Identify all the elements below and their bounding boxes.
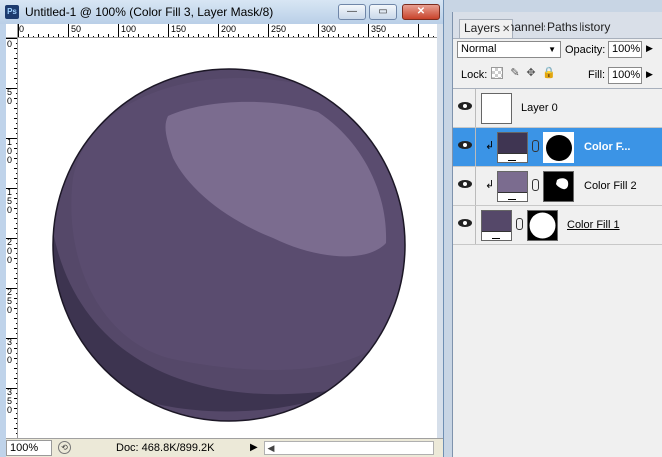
ruler-top-label: 300 [321,24,337,34]
eye-icon [458,102,472,110]
eye-icon [458,219,472,227]
fill-thumbnail[interactable] [497,171,528,202]
opacity-label: Opacity: [565,44,606,56]
tab-paths[interactable]: Paths [547,19,581,38]
tab-layers-label: Layers [464,21,501,35]
fill-thumbnail[interactable] [497,132,528,163]
link-chain-icon[interactable] [532,140,539,152]
ruler-left-label: 0 [7,39,13,49]
adjustment-indicator [498,192,527,201]
fill-thumbnail[interactable] [481,210,512,241]
horizontal-ruler[interactable]: 0 50 100 150 200 250 300 350 [18,24,437,38]
ruler-left-label: 3 0 0 [7,337,13,365]
ruler-origin[interactable] [6,24,18,38]
fill-slider-arrow-icon[interactable]: ▶ [646,69,653,80]
document-window: Ps Untitled-1 @ 100% (Color Fill 3, Laye… [0,0,444,457]
ruler-left-label: 1 5 0 [7,187,13,215]
fill-color-swatch [482,211,511,231]
lock-pixels-icon[interactable]: ✎ [509,67,521,79]
tab-history[interactable]: History [580,19,616,38]
layer-name: Layer 0 [521,102,558,114]
lock-transparency-icon[interactable] [491,67,503,79]
layer-row-layer-0[interactable]: Layer 0 [453,89,662,128]
visibility-toggle[interactable] [453,128,476,166]
zoom-level-field[interactable]: 100% [6,440,52,456]
scroll-left-arrow-icon[interactable]: ◀ [265,442,277,454]
window-title: Untitled-1 @ 100% (Color Fill 3, Layer M… [25,5,274,19]
ruler-top-label: 100 [121,24,137,34]
tab-close-icon[interactable]: ✕ [502,24,510,35]
mask-shape [546,135,572,161]
fill-color-swatch [498,133,527,153]
layer-row-color-fill-1[interactable]: Color Fill 1 [453,206,662,245]
layer-row-color-fill-3[interactable]: ↲ Color F... [453,128,662,167]
eye-icon [458,180,472,188]
image-canvas[interactable] [18,38,437,438]
sphere-artwork [52,68,406,422]
layer-mask-thumbnail[interactable] [543,171,574,202]
ruler-left-label: 1 0 0 [7,137,13,165]
horizontal-scrollbar[interactable]: ◀ [264,441,434,455]
status-bar: 100% ⟲ Doc: 468.8K/899.2K ▶ ◀ [6,438,443,457]
vertical-ruler[interactable]: 0 5 0 1 0 0 1 5 0 2 0 0 2 5 0 3 0 0 3 5 … [6,38,18,438]
fill-field[interactable]: 100% [608,67,642,84]
mask-shape [556,178,569,190]
layer-mask-thumbnail[interactable] [527,210,558,241]
vertical-scrollbar[interactable] [437,24,443,438]
adjustment-indicator [498,153,527,162]
panel-tab-bar: Layers✕ Channels Paths History [453,12,662,39]
link-chain-icon[interactable] [532,179,539,191]
blend-mode-select[interactable]: Normal ▼ [457,41,561,58]
fill-label: Fill: [588,69,606,81]
mask-shape [529,212,556,239]
layer-thumbnail [481,93,512,124]
opacity-field[interactable]: 100% [608,41,642,58]
ruler-top-label: 50 [71,24,82,34]
document-size-info: Doc: 468.8K/899.2K [116,442,215,454]
ruler-left-label: 3 5 0 [7,387,13,415]
ruler-left-label: 2 5 0 [7,287,13,315]
visibility-toggle[interactable] [453,89,476,127]
eye-icon [458,141,472,149]
adjustment-indicator [482,231,511,240]
link-chain-icon[interactable] [516,218,523,230]
visibility-toggle[interactable] [453,206,476,244]
chevron-down-icon: ▼ [548,45,556,54]
clipping-arrow-icon: ↲ [485,140,495,152]
layer-row-color-fill-2[interactable]: ↲ Color Fill 2 [453,167,662,206]
ruler-top-label: 200 [221,24,237,34]
close-button[interactable]: ✕ [402,4,440,20]
clipping-arrow-icon: ↲ [485,179,495,191]
minimize-button[interactable]: — [338,4,366,20]
status-menu-arrow-icon[interactable]: ▶ [250,442,258,453]
maximize-button[interactable]: ▭ [369,4,397,20]
layer-name: Color Fill 2 [584,180,637,192]
title-bar[interactable]: Ps Untitled-1 @ 100% (Color Fill 3, Laye… [0,0,443,24]
layers-list: Layer 0 ↲ Color F... ↲ Color Fill 2 Colo… [453,88,662,289]
ruler-left-label: 2 0 0 [7,237,13,265]
lock-all-icon[interactable]: 🔒 [542,67,556,79]
visibility-toggle[interactable] [453,167,476,205]
layer-name: Color F... [584,141,631,153]
opacity-slider-arrow-icon[interactable]: ▶ [646,43,653,54]
layer-mask-thumbnail[interactable] [543,132,574,163]
layer-name: Color Fill 1 [567,219,620,231]
ruler-left-label: 5 0 [7,87,13,106]
blend-mode-value: Normal [461,43,497,55]
lock-position-icon[interactable]: ✥ [525,67,537,79]
status-menu-icon[interactable]: ⟲ [58,441,71,454]
tab-layers[interactable]: Layers ✕ [459,19,513,38]
ruler-top-label: 250 [271,24,287,34]
lock-label: Lock: [461,69,488,81]
fill-color-swatch [498,172,527,192]
tab-channels[interactable]: Channels [511,19,545,38]
layers-panel: Layers✕ Channels Paths History Normal ▼ … [452,12,662,457]
ruler-top-label: 150 [171,24,187,34]
ruler-top-label: 0 [19,24,25,34]
photoshop-app-icon: Ps [5,5,19,19]
ruler-top-label: 350 [371,24,387,34]
